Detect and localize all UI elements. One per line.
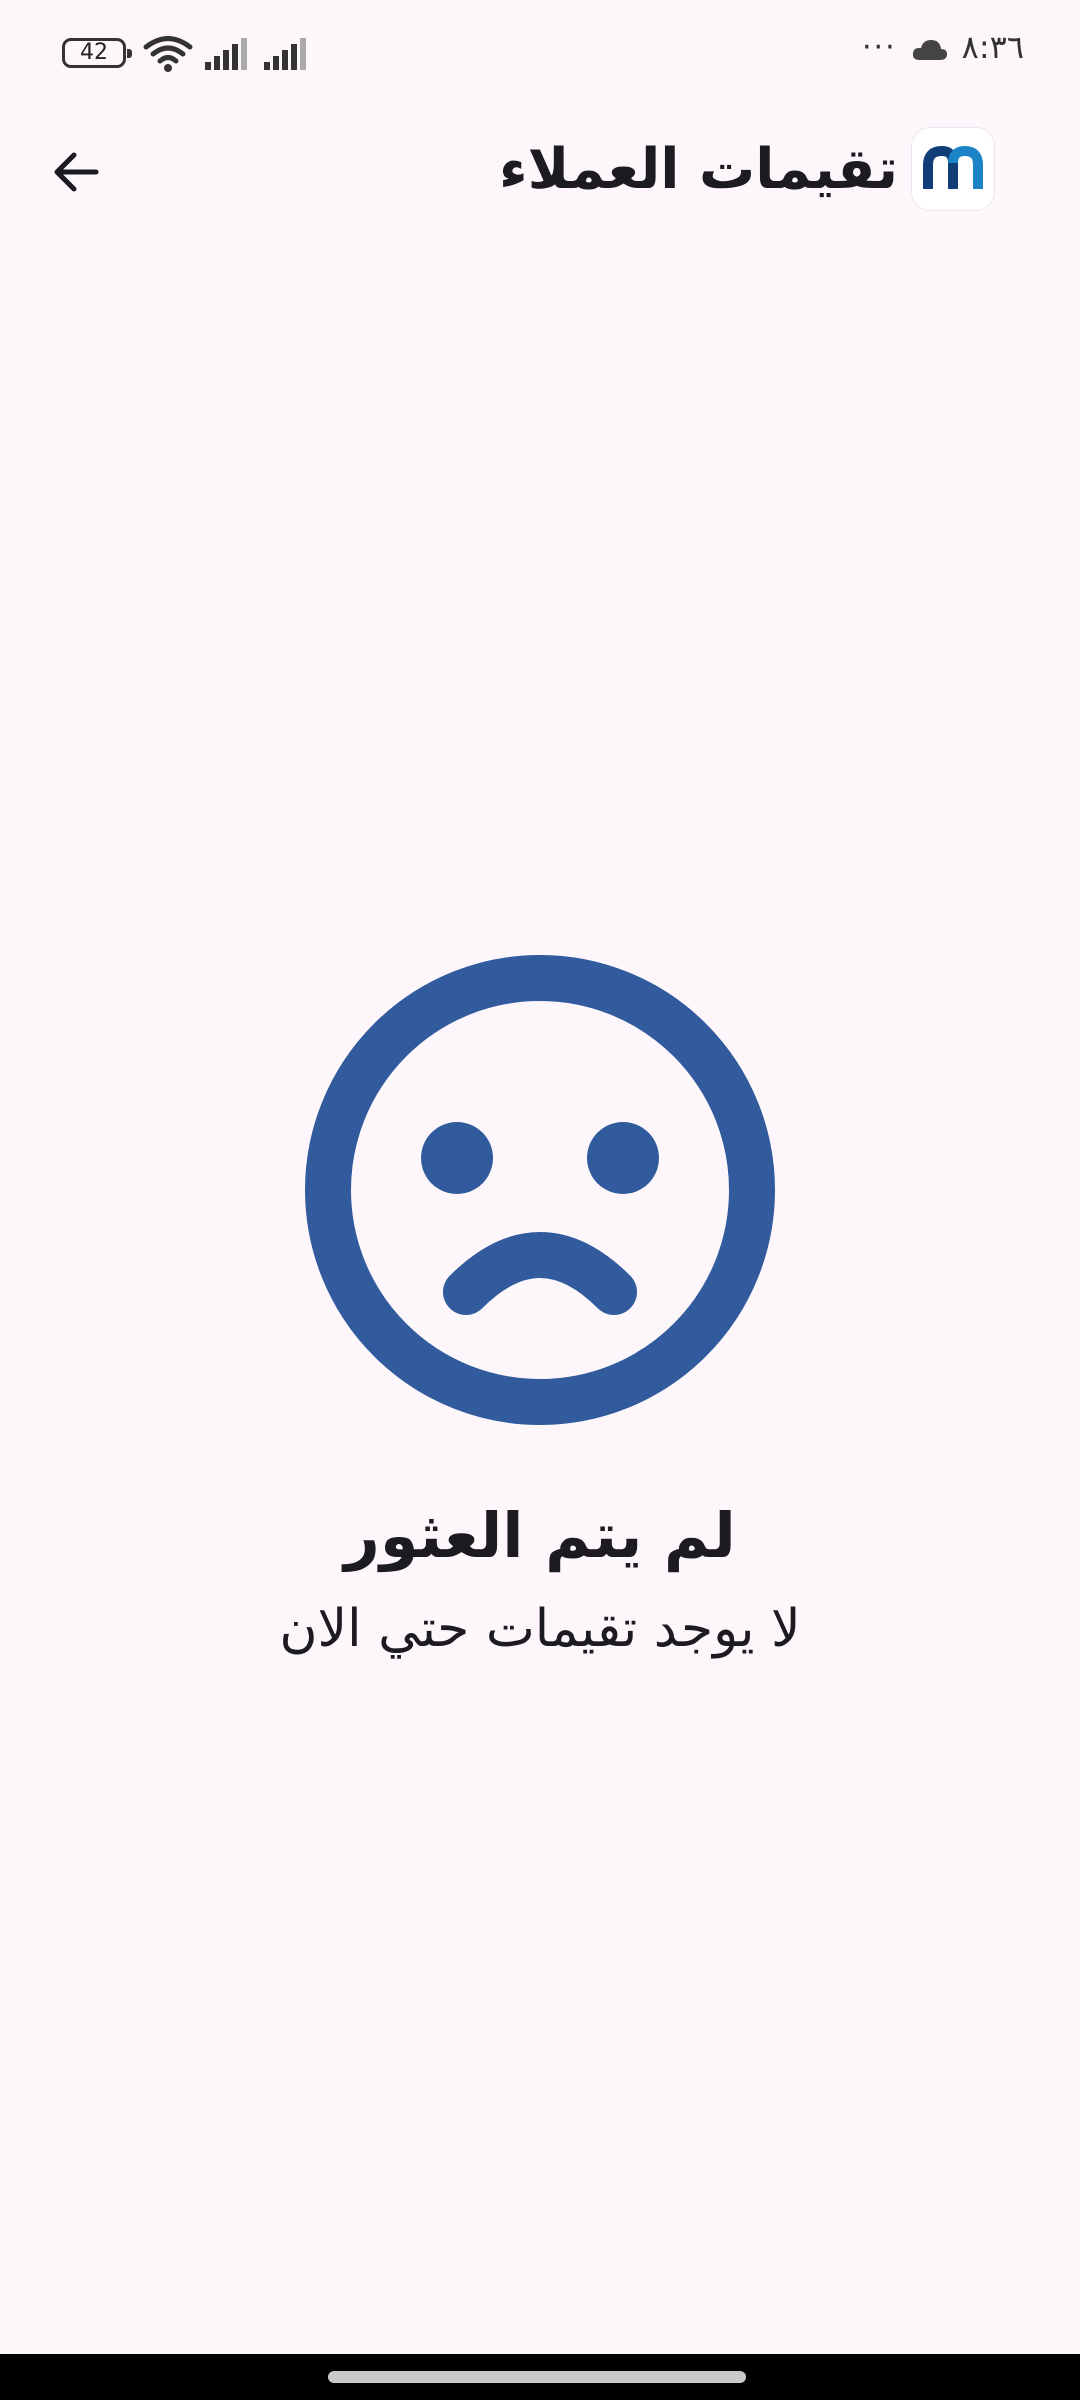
app-bar: تقيمات العملاء (0, 110, 1080, 230)
signal-icon (205, 38, 247, 70)
signal-icon (264, 38, 306, 70)
empty-state-title: لم يتم العثور (344, 1499, 736, 1572)
wifi-icon (143, 36, 193, 72)
home-indicator[interactable] (328, 2371, 746, 2383)
back-button[interactable] (40, 136, 112, 208)
status-bar: 42 ··· ٨:٣٦ (0, 0, 1080, 110)
sad-face-icon (305, 955, 775, 1425)
empty-state-subtitle: لا يوجد تقيمات حتي الان (279, 1599, 801, 1659)
empty-state: لم يتم العثور لا يوجد تقيمات حتي الان (0, 950, 1080, 1664)
arrow-left-icon (54, 152, 99, 192)
more-icon: ··· (862, 30, 897, 65)
clock: ٨:٣٦ (961, 28, 1024, 66)
battery-level: 42 (80, 40, 108, 65)
page-title: تقيمات العملاء (498, 137, 898, 202)
app-logo-icon (912, 128, 994, 210)
navigation-bar (0, 2354, 1080, 2400)
battery-icon: 42 (62, 38, 132, 68)
cloud-icon (912, 40, 947, 60)
